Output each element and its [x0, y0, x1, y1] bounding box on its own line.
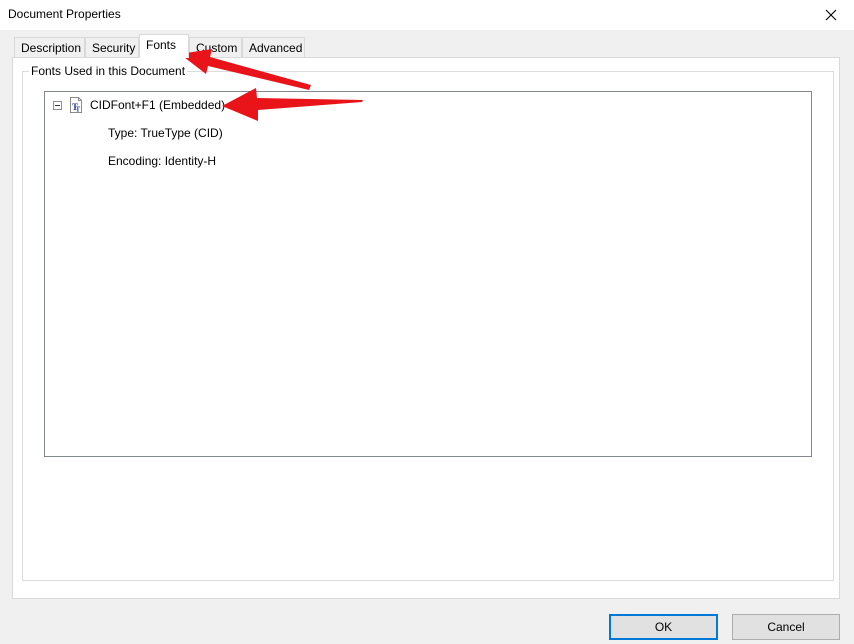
tab-label: Fonts	[146, 38, 177, 52]
tab-label: Custom	[196, 41, 238, 55]
fonts-tree-view[interactable]: T T CIDFont+F1 (Embedded) Type: TrueType…	[44, 91, 812, 457]
groupbox-label: Fonts Used in this Document	[29, 64, 188, 78]
truetype-font-icon: T T	[70, 97, 82, 114]
font-entry[interactable]: CIDFont+F1 (Embedded)	[90, 98, 225, 112]
fonts-tab-page: Fonts Used in this Document T T CIDFont+…	[12, 57, 840, 599]
svg-text:T: T	[76, 106, 81, 114]
tab-fonts[interactable]: Fonts	[139, 34, 189, 58]
tab-label: Security	[92, 41, 136, 55]
cancel-button[interactable]: Cancel	[732, 614, 840, 640]
font-type-property: Type: TrueType (CID)	[108, 126, 223, 140]
font-encoding-property: Encoding: Identity-H	[108, 154, 217, 168]
document-properties-dialog: Document Properties Description Security…	[0, 0, 854, 644]
ok-button[interactable]: OK	[609, 614, 718, 640]
tab-description[interactable]: Description	[14, 37, 85, 57]
window-title: Document Properties	[8, 7, 121, 21]
title-bar: Document Properties	[0, 0, 854, 30]
fonts-groupbox: Fonts Used in this Document T T CIDFont+…	[22, 64, 834, 581]
close-button[interactable]	[808, 0, 854, 30]
tab-label: Description	[21, 41, 82, 55]
tab-label: Advanced	[249, 41, 303, 55]
close-icon	[825, 9, 837, 21]
collapse-toggle-icon[interactable]	[53, 101, 62, 110]
tab-custom[interactable]: Custom	[189, 37, 242, 57]
tab-advanced[interactable]: Advanced	[242, 37, 305, 57]
tab-security[interactable]: Security	[85, 37, 139, 57]
